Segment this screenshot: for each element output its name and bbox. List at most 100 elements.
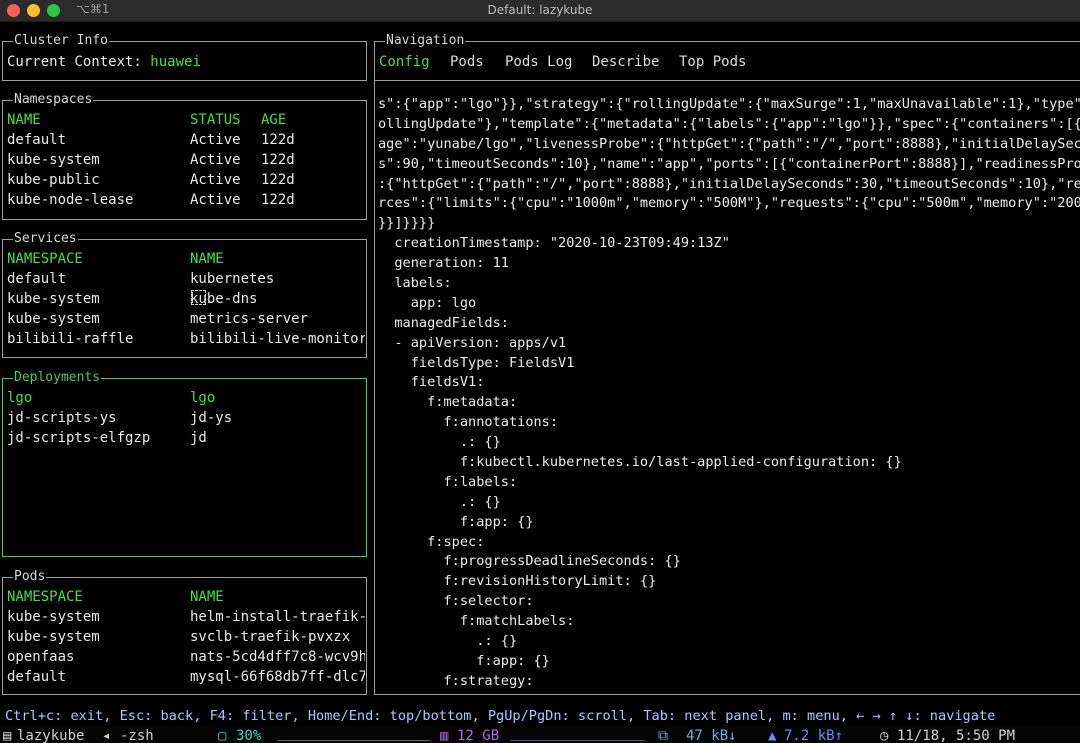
pod-namespace: kube-system bbox=[7, 629, 100, 645]
pod-namespace: default bbox=[7, 669, 67, 685]
window-title: Default: lazykube bbox=[487, 3, 593, 17]
namespace-age: 122d bbox=[261, 132, 295, 148]
pod-name: mysql-66f68db7ff-dlc77 bbox=[190, 669, 365, 685]
pod-row[interactable]: openfaas nats-5cd4dff7c8-wcv9h bbox=[7, 647, 365, 667]
network-upload: 7.2 kB↑ bbox=[784, 728, 844, 743]
keybindings-help-line: Ctrl+c: exit, Esc: back, F4: filter, Hom… bbox=[5, 708, 996, 724]
pod-row[interactable]: default mysql-66f68db7ff-dlc77 bbox=[7, 667, 365, 687]
namespace-status: Active bbox=[190, 132, 241, 148]
namespace-name: kube-node-lease bbox=[7, 192, 134, 208]
config-line: f:revisionHistoryLimit: {} bbox=[378, 573, 657, 590]
namespace-status: Active bbox=[190, 172, 241, 188]
config-line: f:kubectl.kubernetes.io/last-applied-con… bbox=[378, 454, 902, 471]
service-name: bilibili-live-monitor- bbox=[190, 331, 365, 347]
namespaces-header-row: NAME STATUS AGE bbox=[7, 110, 362, 130]
config-line: labels: bbox=[378, 275, 452, 292]
deployment-value: lgo bbox=[190, 390, 216, 406]
deployments-title: Deployments bbox=[13, 370, 102, 386]
memory-sparkline bbox=[510, 731, 645, 741]
namespace-row[interactable]: kube-public Active 122d bbox=[7, 170, 362, 190]
deployments-panel[interactable]: Deployments lgo lgo jd-scripts-ys jd-ys … bbox=[2, 370, 367, 557]
current-context-label: Current Context: bbox=[7, 54, 142, 70]
shell-name[interactable]: -zsh bbox=[120, 728, 154, 743]
config-viewer[interactable]: s":{"app":"lgo"}},"strategy":{"rollingUp… bbox=[378, 95, 1080, 692]
service-namespace: kube-system bbox=[7, 311, 100, 327]
services-panel[interactable]: Services NAMESPACE NAME default kubernet… bbox=[2, 231, 367, 358]
tab-pods-log[interactable]: Pods Log bbox=[505, 52, 572, 72]
column-header-namespace: NAMESPACE bbox=[7, 251, 83, 267]
cluster-info-title: Cluster Info bbox=[13, 33, 109, 49]
column-header-name: NAME bbox=[190, 589, 224, 605]
current-context-row: Current Context: huawei bbox=[7, 52, 201, 72]
service-row[interactable]: kube-system kube-dns bbox=[7, 289, 362, 309]
namespace-age: 122d bbox=[261, 152, 295, 168]
namespace-name: kube-public bbox=[7, 172, 100, 188]
deployment-row[interactable]: jd-scripts-ys jd-ys bbox=[7, 408, 362, 428]
clock-icon: ◷ bbox=[880, 728, 889, 743]
memory-icon: ▥ bbox=[440, 728, 449, 743]
tmux-status-bar: ▤ lazykube ◂ -zsh ▢ 30% ▥ 12 GB ⧉ 47 kB↓… bbox=[0, 727, 1080, 743]
config-line: f:app: {} bbox=[378, 652, 550, 669]
tab-describe[interactable]: Describe bbox=[592, 52, 659, 72]
config-line: rces":{"limits":{"cpu":"1000m","memory":… bbox=[378, 195, 1080, 212]
mouse-cursor-icon bbox=[191, 290, 206, 305]
pods-panel[interactable]: Pods NAMESPACE NAME kube-system helm-ins… bbox=[2, 569, 367, 695]
config-line: age":"yunabe/lgo","livenessProbe":{"http… bbox=[378, 135, 1080, 152]
session-name[interactable]: lazykube bbox=[17, 728, 84, 743]
column-header-name: NAME bbox=[190, 251, 224, 267]
service-name: metrics-server bbox=[190, 311, 309, 327]
navigation-title: Navigation bbox=[385, 33, 466, 49]
pod-row[interactable]: kube-system helm-install-traefik-s bbox=[7, 607, 365, 627]
pod-name: nats-5cd4dff7c8-wcv9h bbox=[190, 649, 365, 665]
pod-namespace: openfaas bbox=[7, 649, 75, 665]
namespace-name: kube-system bbox=[7, 152, 100, 168]
navigation-panel[interactable]: Navigation Config Pods Pods Log Describe… bbox=[374, 33, 1080, 695]
pods-title: Pods bbox=[13, 569, 47, 585]
config-line: f:selector: bbox=[378, 593, 534, 610]
config-line: - apiVersion: apps/v1 bbox=[378, 334, 567, 351]
config-line: f:annotations: bbox=[378, 414, 559, 431]
pod-namespace: kube-system bbox=[7, 609, 100, 625]
namespace-name: default bbox=[7, 132, 67, 148]
config-line: f:matchLabels: bbox=[378, 613, 575, 630]
deployment-row[interactable]: jd-scripts-elfgzp jd bbox=[7, 428, 362, 448]
column-header-status: STATUS bbox=[190, 112, 241, 128]
namespaces-panel[interactable]: Namespaces NAME STATUS AGE default Activ… bbox=[2, 92, 367, 220]
pod-name: svclb-traefik-pvxzx bbox=[190, 629, 351, 645]
config-line: }}]}}}} bbox=[378, 215, 436, 232]
deployment-value: jd bbox=[190, 430, 207, 446]
service-row[interactable]: bilibili-raffle bilibili-live-monitor- bbox=[7, 329, 365, 349]
cpu-sparkline bbox=[278, 731, 430, 741]
config-line: fieldsType: FieldsV1 bbox=[378, 354, 575, 371]
tab-config[interactable]: Config bbox=[379, 52, 430, 72]
services-title: Services bbox=[13, 231, 78, 247]
config-line: f:app: {} bbox=[378, 513, 534, 530]
service-row[interactable]: default kubernetes bbox=[7, 269, 362, 289]
config-line: s":90,"timeoutSeconds":10},"name":"app",… bbox=[378, 155, 1080, 172]
pod-row[interactable]: kube-system svclb-traefik-pvxzx bbox=[7, 627, 362, 647]
window-titlebar: ⌥⌘1 Default: lazykube bbox=[0, 0, 1080, 22]
config-line: f:metadata: bbox=[378, 394, 518, 411]
namespace-row[interactable]: kube-system Active 122d bbox=[7, 150, 362, 170]
config-line: managedFields: bbox=[378, 314, 509, 331]
service-row[interactable]: kube-system metrics-server bbox=[7, 309, 362, 329]
config-line: .: {} bbox=[378, 633, 518, 650]
terminal-icon: ▤ bbox=[3, 728, 12, 743]
service-name: kubernetes bbox=[190, 271, 275, 287]
pod-name: helm-install-traefik-s bbox=[190, 609, 365, 625]
tab-top-pods[interactable]: Top Pods bbox=[679, 52, 746, 72]
config-line: f:labels: bbox=[378, 473, 518, 490]
deployment-row-selected[interactable]: lgo lgo bbox=[7, 388, 362, 408]
navigation-tabs-divider bbox=[375, 80, 1080, 81]
network-download: 47 kB↓ bbox=[686, 728, 737, 743]
namespace-row[interactable]: default Active 122d bbox=[7, 130, 362, 150]
cluster-info-panel[interactable]: Cluster Info Current Context: huawei bbox=[2, 33, 367, 81]
tab-pods[interactable]: Pods bbox=[450, 52, 484, 72]
column-header-age: AGE bbox=[261, 112, 287, 128]
service-namespace: default bbox=[7, 271, 67, 287]
current-context-value: huawei bbox=[150, 54, 201, 70]
namespace-row[interactable]: kube-node-lease Active 122d bbox=[7, 190, 362, 210]
config-line: .: {} bbox=[378, 493, 501, 510]
services-header-row: NAMESPACE NAME bbox=[7, 249, 362, 269]
config-line: :{"httpGet":{"path":"/","port":8888},"in… bbox=[378, 175, 1080, 192]
